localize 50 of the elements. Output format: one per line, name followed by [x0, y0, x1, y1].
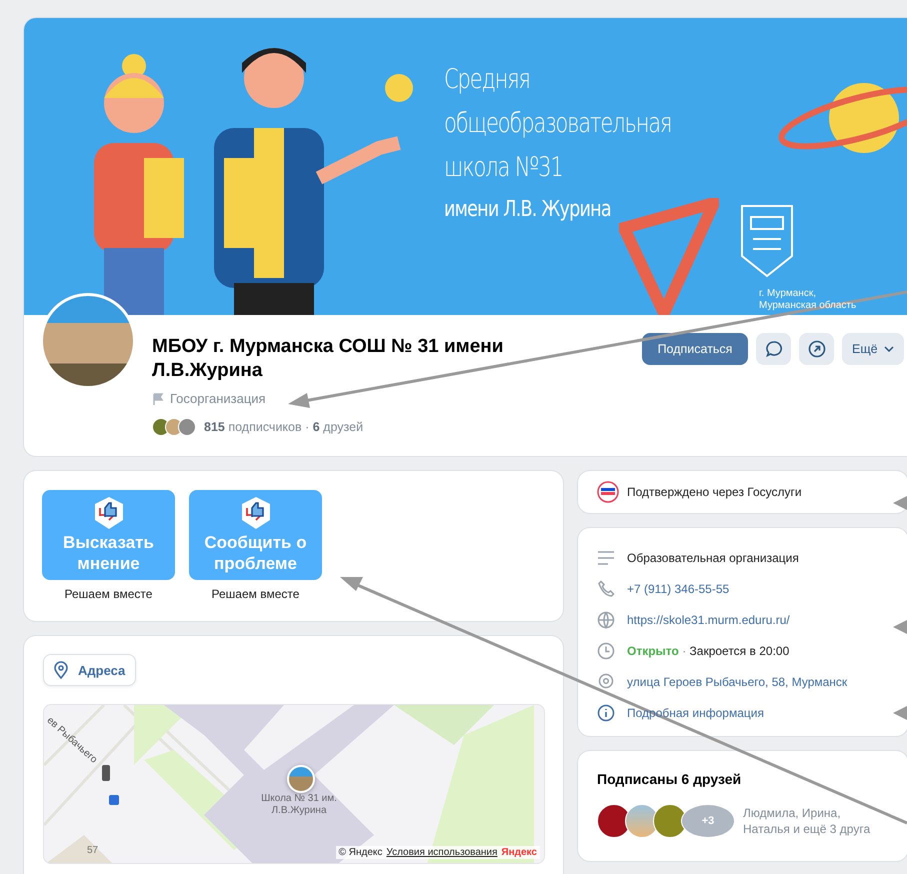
- verification-text: Подтверждено через Госуслуги: [627, 485, 802, 499]
- opening-hours: Открыто · Закроется в 20:00: [627, 644, 790, 658]
- category-text: Образовательная организация: [627, 550, 799, 564]
- banner-title: общеобразовательная: [444, 107, 672, 141]
- annotation-arrowhead: [893, 706, 907, 720]
- map-provider-logo: Яндекс: [501, 847, 537, 858]
- banner-subtitle: имени Л.В. Журина: [444, 196, 612, 224]
- friends-names[interactable]: Людмила, Ирина, Наталья и ещё 3 друга: [743, 805, 889, 837]
- feedback-caption: Решаем вместе: [212, 587, 300, 601]
- lines-icon: [597, 550, 615, 564]
- gosuslugi-logo-icon: [597, 481, 619, 503]
- share-button[interactable]: [799, 333, 834, 365]
- banner-location: Мурманская область: [759, 300, 858, 312]
- banner-title: школа №31: [444, 151, 564, 185]
- community-category: Госорганизация: [170, 391, 266, 406]
- share-icon: [808, 340, 826, 358]
- details-text[interactable]: Подробная информация: [627, 706, 764, 720]
- friend-avatar[interactable]: [178, 418, 196, 436]
- info-icon: [597, 704, 615, 722]
- location-pin-icon: [597, 672, 615, 690]
- feedback-caption: Решаем вместе: [64, 587, 152, 601]
- annotation-arrowhead: [893, 496, 907, 510]
- flag-icon: [152, 392, 164, 404]
- community-name: МБОУ г. Мурманска СОШ № 31 имени Л.В.Журина: [152, 335, 504, 383]
- banner-location: г. Мурманск,: [759, 288, 817, 300]
- phone-icon: [597, 580, 615, 598]
- chevron-down-icon: [884, 346, 894, 352]
- friend-avatar[interactable]: [653, 804, 687, 838]
- banner-title: Средняя: [444, 63, 531, 97]
- subscribe-button[interactable]: Подписаться: [642, 333, 748, 365]
- globe-icon: [597, 610, 615, 628]
- terms-link[interactable]: Условия использования: [386, 847, 498, 858]
- message-button[interactable]: [756, 333, 791, 365]
- thumbs-up-icon: [240, 496, 272, 530]
- website-text[interactable]: https://skole31.murm.eduru.ru/: [627, 612, 790, 626]
- clock-icon: [597, 642, 615, 660]
- map-copyright: © Яндекс: [338, 847, 382, 858]
- map-house-number: 57: [87, 845, 98, 856]
- thumbs-up-icon: [92, 496, 124, 530]
- annotation-arrowhead: [893, 620, 907, 634]
- location-pin-icon: [54, 661, 68, 679]
- phone-text[interactable]: +7 (911) 346-55-55: [627, 582, 730, 596]
- chat-bubble-icon: [764, 340, 782, 358]
- subscribers-count[interactable]: 815 подписчиков · 6 друзей: [204, 420, 364, 434]
- map-place-label: Школа № 31 им. Л.В.Журина: [260, 793, 338, 817]
- coat-of-arms-icon: [739, 203, 795, 279]
- address-text[interactable]: улица Героев Рыбачьего, 58, Мурманск: [627, 674, 848, 688]
- friends-title: Подписаны 6 друзей: [597, 771, 742, 787]
- addresses-tab[interactable]: Адреса: [43, 654, 136, 686]
- more-button[interactable]: Ещё: [842, 333, 904, 365]
